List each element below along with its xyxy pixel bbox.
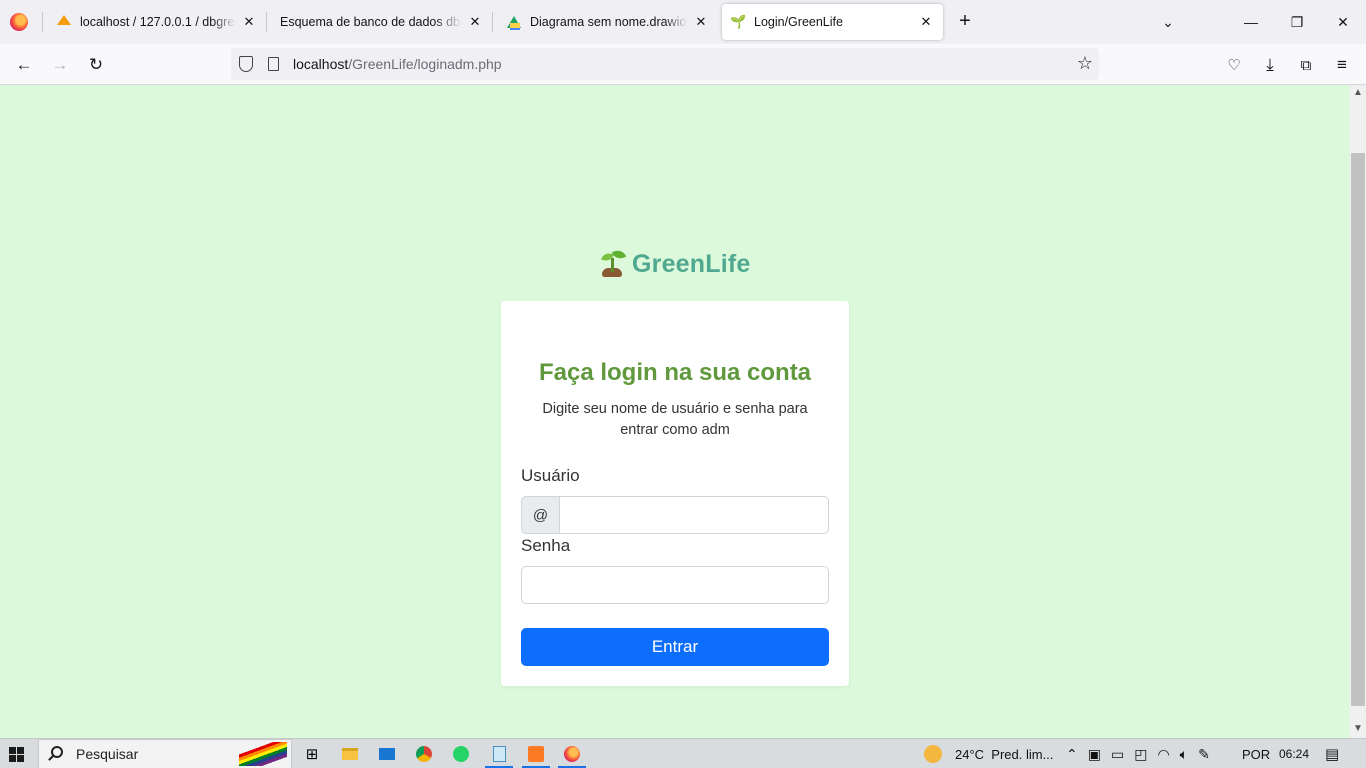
tab-list-chevron-icon[interactable]: ⌄ bbox=[1145, 0, 1191, 44]
system-tray-icons: ⌃ ▣ ▭ ◰ ◠ 🔈︎ ✎ bbox=[1066, 739, 1210, 768]
username-input[interactable] bbox=[560, 496, 829, 534]
password-input[interactable] bbox=[521, 566, 829, 604]
extensions-icon[interactable]: ⧉ bbox=[1293, 52, 1319, 78]
seedling-icon: 🌱 bbox=[730, 14, 747, 29]
forward-arrow-icon[interactable]: → bbox=[47, 52, 73, 78]
close-icon[interactable]: ✕ bbox=[466, 13, 484, 31]
navigation-bar: ← → ↻ localhost/GreenLife/loginadm.php ☆… bbox=[0, 44, 1366, 85]
mail-icon[interactable] bbox=[377, 744, 397, 764]
tab-title: Login/GreenLife bbox=[754, 15, 843, 29]
scroll-down-arrow-icon[interactable]: ▼ bbox=[1350, 723, 1366, 739]
tab-title: Esquema de banco de dados dbgree bbox=[280, 15, 462, 29]
tab-phpmyadmin[interactable]: localhost / 127.0.0.1 / dbgreenli ✕ bbox=[56, 0, 258, 44]
wifi-icon[interactable]: ◠ bbox=[1157, 746, 1169, 763]
restore-button[interactable]: ❐ bbox=[1274, 0, 1320, 44]
scroll-up-arrow-icon[interactable]: ▲ bbox=[1350, 87, 1366, 103]
menu-icon[interactable]: ≡ bbox=[1329, 52, 1355, 78]
reload-icon[interactable]: ↻ bbox=[83, 52, 109, 78]
pride-flag-icon bbox=[239, 742, 287, 766]
seedling-icon bbox=[600, 248, 627, 278]
login-subtitle: Digite seu nome de usuário e senha para … bbox=[542, 401, 808, 438]
username-input-group: @ bbox=[521, 496, 829, 534]
taskbar: Pesquisar ⊞ 24°C Pred. lim... ⌃ ▣ ▭ ◰ ◠ … bbox=[0, 738, 1366, 768]
google-drive-icon bbox=[506, 14, 522, 30]
battery-icon[interactable]: ▭ bbox=[1111, 746, 1124, 763]
search-placeholder: Pesquisar bbox=[76, 746, 139, 762]
login-button[interactable]: Entrar bbox=[521, 628, 829, 666]
xampp-icon[interactable] bbox=[526, 744, 546, 764]
tab-separator bbox=[492, 12, 493, 32]
password-label: Senha bbox=[521, 536, 571, 555]
close-icon[interactable]: ✕ bbox=[692, 13, 710, 31]
close-icon[interactable]: ✕ bbox=[240, 13, 258, 31]
downloads-icon[interactable]: ⤓ bbox=[1257, 52, 1283, 78]
tab-separator bbox=[266, 12, 267, 32]
at-sign-prefix: @ bbox=[521, 496, 560, 534]
page-icon[interactable] bbox=[268, 57, 279, 71]
weather-text: 24°C Pred. lim... bbox=[955, 746, 1054, 762]
url-text[interactable]: localhost/GreenLife/loginadm.php bbox=[293, 56, 502, 72]
task-view-icon[interactable]: ⊞ bbox=[302, 744, 322, 764]
display-icon[interactable]: ◰ bbox=[1134, 746, 1147, 763]
tab-title: localhost / 127.0.0.1 / dbgreenli bbox=[80, 15, 236, 29]
page-title: Faça login na sua conta bbox=[538, 359, 812, 386]
login-card: Faça login na sua conta Digite seu nome … bbox=[501, 301, 849, 686]
chevron-up-icon[interactable]: ⌃ bbox=[1066, 746, 1078, 763]
shield-icon[interactable] bbox=[239, 56, 253, 72]
notifications-icon[interactable]: ▤ bbox=[1325, 739, 1339, 768]
close-icon[interactable]: ✕ bbox=[917, 13, 935, 31]
brand-name: GreenLife bbox=[632, 249, 751, 278]
username-label: Usuário bbox=[521, 466, 580, 485]
clock[interactable]: 06:24 bbox=[1279, 739, 1309, 768]
tab-esquema[interactable]: Esquema de banco de dados dbgree ✕ bbox=[280, 0, 484, 44]
tab-title: Diagrama sem nome.drawio - G bbox=[530, 15, 688, 29]
search-icon bbox=[51, 746, 63, 758]
pocket-icon[interactable]: ♡ bbox=[1221, 52, 1247, 78]
chrome-icon[interactable] bbox=[414, 744, 434, 764]
tab-drawio[interactable]: Diagrama sem nome.drawio - G ✕ bbox=[506, 0, 710, 44]
pen-icon[interactable]: ✎ bbox=[1198, 746, 1210, 763]
url-path: /GreenLife/loginadm.php bbox=[348, 56, 502, 72]
tab-separator bbox=[42, 12, 43, 32]
volume-icon[interactable]: 🔈︎ bbox=[1180, 746, 1188, 763]
windows-start-icon[interactable] bbox=[9, 747, 24, 762]
new-tab-button[interactable]: + bbox=[954, 11, 976, 33]
address-bar[interactable]: localhost/GreenLife/loginadm.php ☆ bbox=[231, 48, 1099, 80]
minimize-button[interactable]: — bbox=[1228, 0, 1274, 44]
file-explorer-icon[interactable] bbox=[340, 744, 360, 764]
tab-strip: localhost / 127.0.0.1 / dbgreenli ✕ Esqu… bbox=[0, 0, 1366, 44]
language-indicator[interactable]: POR bbox=[1242, 739, 1270, 768]
meet-now-icon[interactable]: ▣ bbox=[1088, 746, 1101, 763]
moon-cloud-icon bbox=[924, 745, 942, 763]
weather-widget[interactable]: 24°C Pred. lim... bbox=[924, 739, 1053, 768]
firefox-icon[interactable] bbox=[10, 13, 28, 31]
close-window-button[interactable]: ✕ bbox=[1320, 0, 1366, 44]
firefox-taskbar-icon[interactable] bbox=[562, 744, 582, 764]
url-host: localhost bbox=[293, 56, 349, 72]
phpmyadmin-icon bbox=[56, 14, 72, 30]
bookmark-star-icon[interactable]: ☆ bbox=[1077, 53, 1093, 74]
notepad-icon[interactable] bbox=[489, 744, 509, 764]
whatsapp-icon[interactable] bbox=[451, 744, 471, 764]
tab-login-greenlife[interactable]: 🌱 Login/GreenLife ✕ bbox=[722, 4, 943, 40]
brand-logo: GreenLife bbox=[600, 248, 751, 280]
back-arrow-icon[interactable]: ← bbox=[11, 52, 37, 78]
scrollbar-thumb[interactable] bbox=[1351, 153, 1365, 706]
taskbar-search[interactable]: Pesquisar bbox=[38, 739, 292, 768]
